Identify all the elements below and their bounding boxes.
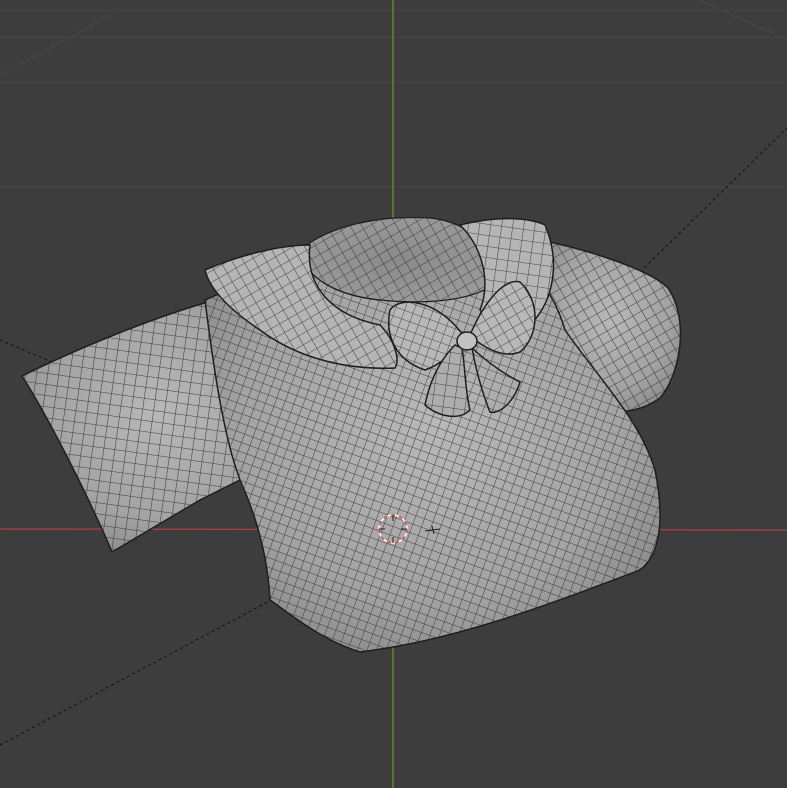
3d-viewport[interactable]	[0, 0, 787, 788]
blouse-mesh[interactable]	[20, 216, 682, 653]
bow-knot	[456, 331, 478, 351]
